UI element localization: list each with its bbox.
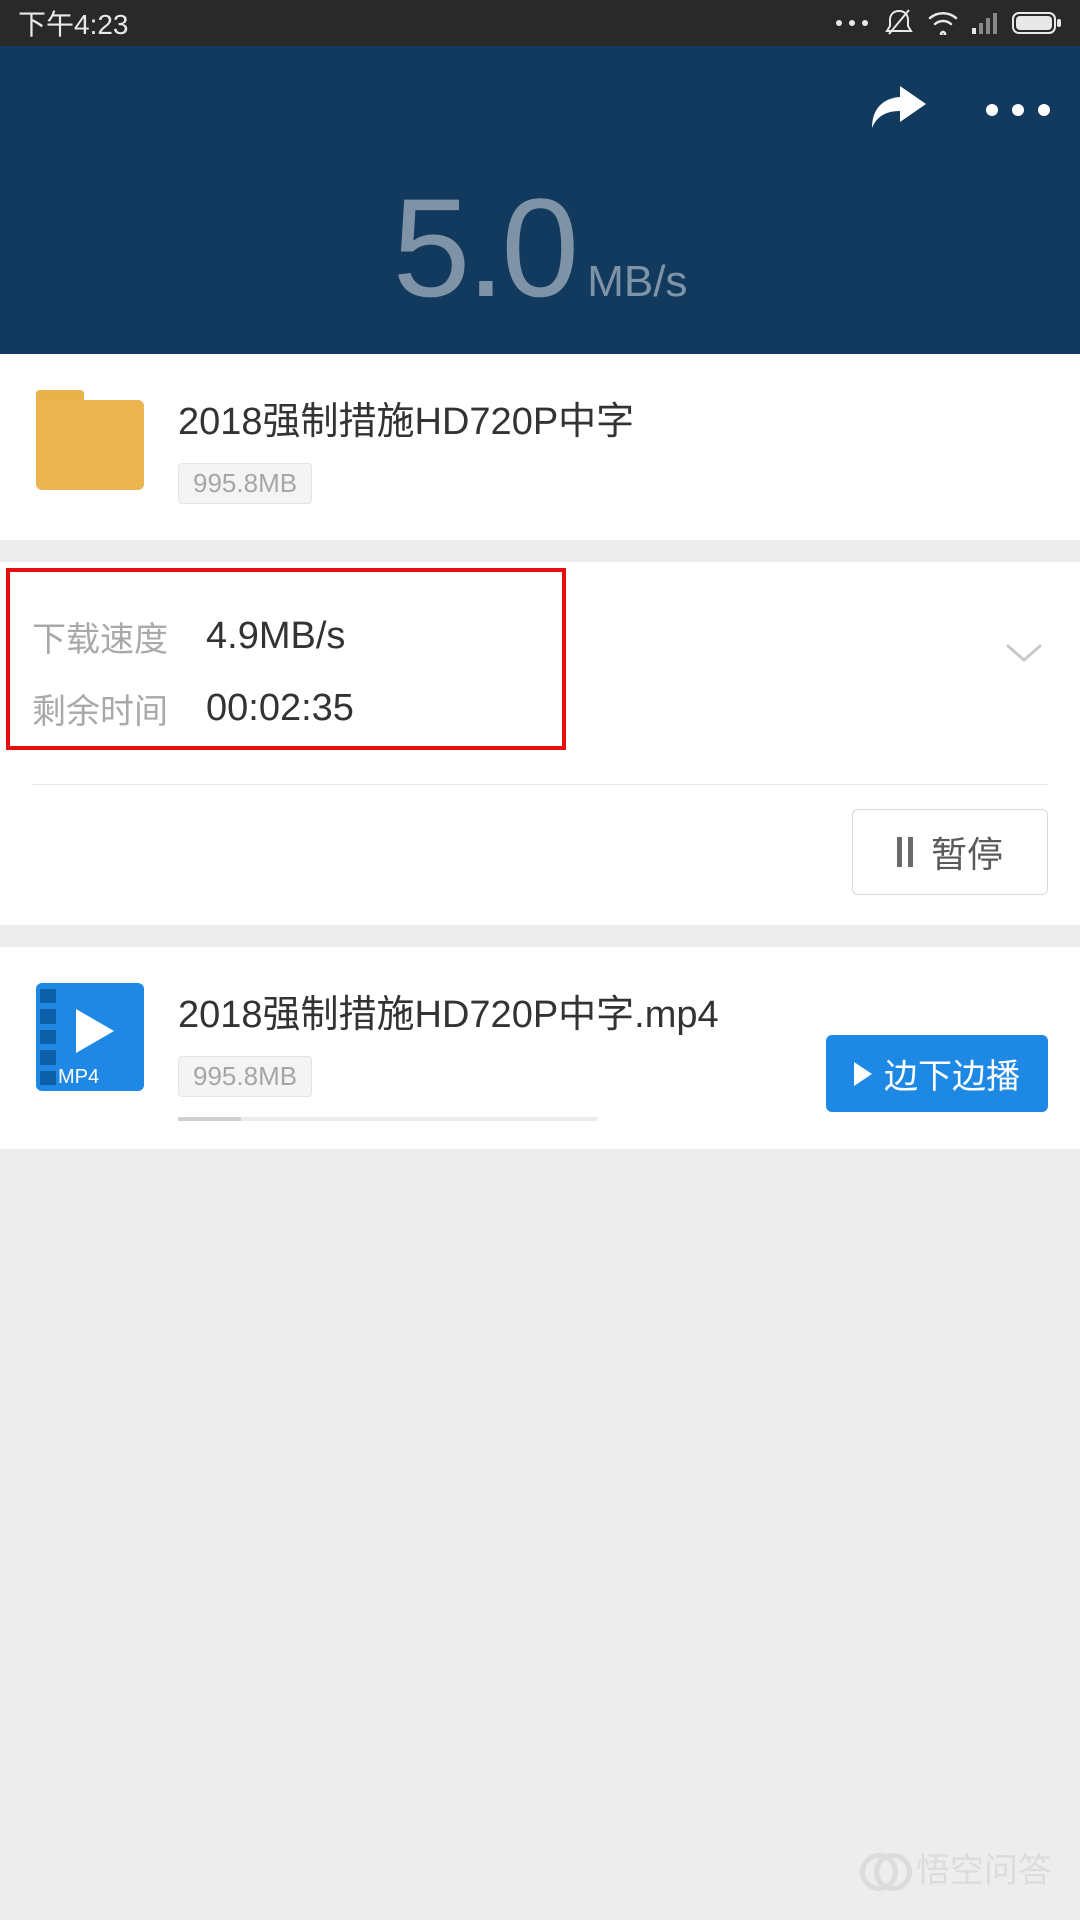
- header-speed-value: 5.0: [393, 178, 576, 318]
- folder-item[interactable]: 2018强制措施HD720P中字 995.8MB: [0, 354, 1080, 540]
- more-dots-icon: [834, 18, 870, 28]
- status-icons: [834, 8, 1062, 38]
- video-file-icon: MP4: [36, 983, 144, 1091]
- overflow-menu-icon[interactable]: [986, 104, 1050, 116]
- file-title: 2018强制措施HD720P中字.mp4: [178, 983, 1048, 1038]
- share-icon[interactable]: [870, 84, 928, 135]
- signal-icon: [972, 12, 998, 34]
- folder-title: 2018强制措施HD720P中字: [178, 390, 1048, 445]
- header-speed-unit: MB/s: [587, 257, 687, 307]
- file-size-badge: 995.8MB: [178, 1056, 312, 1097]
- download-details: 下载速度 4.9MB/s 剩余时间 00:02:35 暂停: [0, 562, 1080, 925]
- battery-icon: [1012, 12, 1062, 34]
- folder-icon: [36, 390, 144, 490]
- watermark: 悟空问答: [860, 1843, 1052, 1892]
- status-time: 下午4:23: [18, 3, 129, 43]
- chevron-down-icon[interactable]: [1004, 642, 1044, 671]
- download-header: 5.0 MB/s: [0, 46, 1080, 354]
- play-icon: [854, 1062, 872, 1086]
- header-speed: 5.0 MB/s: [0, 178, 1080, 318]
- play-label: 边下边播: [884, 1049, 1020, 1098]
- pause-label: 暂停: [931, 826, 1003, 878]
- play-while-download-button[interactable]: 边下边播: [826, 1035, 1048, 1112]
- status-bar: 下午4:23: [0, 0, 1080, 46]
- pause-button[interactable]: 暂停: [852, 809, 1048, 895]
- wifi-icon: [928, 11, 958, 35]
- divider: [32, 784, 1048, 785]
- download-progress: [178, 1117, 598, 1121]
- highlight-annotation: [6, 568, 566, 750]
- watermark-icon: [860, 1853, 906, 1883]
- folder-size-badge: 995.8MB: [178, 463, 312, 504]
- mute-icon: [884, 8, 914, 38]
- file-item[interactable]: MP4 2018强制措施HD720P中字.mp4 995.8MB 边下边播: [0, 947, 1080, 1149]
- pause-icon: [897, 837, 913, 867]
- file-format-label: MP4: [58, 1066, 99, 1089]
- watermark-text: 悟空问答: [916, 1843, 1052, 1892]
